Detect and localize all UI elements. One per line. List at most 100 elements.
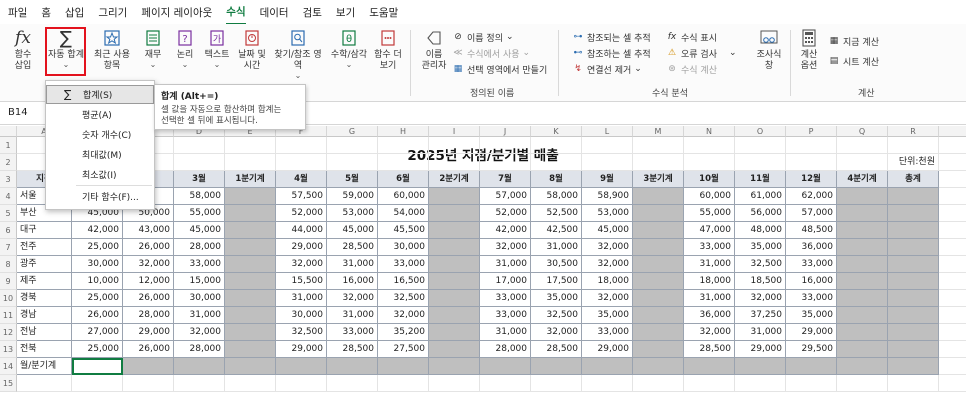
table-cell[interactable]: 54,000 [378,205,429,222]
subtotal-cell[interactable] [429,205,480,222]
table-cell[interactable]: 33,000 [174,256,225,273]
table-cell[interactable]: 10,000 [72,273,123,290]
row-header[interactable]: 9 [0,273,17,290]
column-header[interactable]: I [429,126,480,137]
table-cell[interactable]: 35,000 [786,307,837,324]
table-cell[interactable]: 15,000 [174,273,225,290]
cell[interactable] [837,137,888,154]
table-cell[interactable]: 62,000 [786,188,837,205]
column-header[interactable]: R [888,126,939,137]
column-header[interactable]: O [735,126,786,137]
logical-button[interactable]: ? 논리 ⌄ [172,28,198,69]
table-cell[interactable]: 33,000 [327,324,378,341]
menu-item-average[interactable]: 평균(A) [46,105,154,124]
tab-review[interactable]: 검토 [303,1,322,24]
table-cell[interactable]: 33,000 [786,256,837,273]
subtotal-cell[interactable] [429,290,480,307]
table-cell[interactable]: 32,000 [276,256,327,273]
cell[interactable] [837,375,888,392]
table-header-cell[interactable]: 10월 [684,171,735,188]
table-cell[interactable]: 33,000 [378,256,429,273]
table-cell[interactable]: 27,500 [378,341,429,358]
table-cell[interactable]: 59,000 [327,188,378,205]
subtotal-cell[interactable] [837,307,888,324]
table-cell[interactable]: 32,000 [684,324,735,341]
cell[interactable] [735,154,786,171]
table-cell[interactable]: 16,000 [786,273,837,290]
table-cell[interactable]: 53,000 [327,205,378,222]
selected-cell-b14[interactable] [72,358,123,375]
table-header-cell[interactable]: 12월 [786,171,837,188]
total-cell[interactable] [531,358,582,375]
table-header-cell[interactable]: 3분기계 [633,171,684,188]
table-cell[interactable]: 25,000 [72,239,123,256]
subtotal-cell[interactable] [888,239,939,256]
cell[interactable] [123,375,174,392]
table-cell[interactable]: 35,000 [735,239,786,256]
subtotal-cell[interactable] [633,324,684,341]
table-cell[interactable]: 30,000 [378,239,429,256]
table-cell[interactable]: 32,000 [582,290,633,307]
cell[interactable] [429,375,480,392]
table-cell[interactable]: 15,500 [276,273,327,290]
table-cell[interactable]: 33,000 [480,290,531,307]
table-cell[interactable]: 28,000 [480,341,531,358]
table-cell[interactable]: 26,000 [123,239,174,256]
tab-formulas[interactable]: 수식 [226,0,246,25]
table-cell[interactable]: 26,000 [72,307,123,324]
table-cell[interactable]: 29,500 [786,341,837,358]
table-cell[interactable]: 28,000 [123,307,174,324]
total-row-label[interactable]: 월/분기계 [17,358,72,375]
table-cell[interactable]: 32,000 [735,290,786,307]
column-header[interactable]: H [378,126,429,137]
table-cell[interactable]: 45,000 [174,222,225,239]
table-cell[interactable]: 31,000 [684,290,735,307]
cell[interactable] [582,375,633,392]
tab-data[interactable]: 데이터 [260,1,289,24]
cell[interactable] [939,188,966,205]
table-cell[interactable]: 36,000 [684,307,735,324]
table-cell[interactable]: 31,000 [276,290,327,307]
table-cell[interactable]: 17,500 [531,273,582,290]
define-name-button[interactable]: ⊘ 이름 정의 ⌄ [452,30,513,44]
table-cell[interactable]: 32,000 [582,256,633,273]
cell[interactable] [684,375,735,392]
table-cell[interactable]: 31,000 [531,239,582,256]
subtotal-cell[interactable] [633,256,684,273]
table-cell[interactable]: 60,000 [684,188,735,205]
total-cell[interactable] [735,358,786,375]
menu-item-min[interactable]: 최소값(I) [46,165,154,184]
table-cell[interactable]: 33,000 [786,290,837,307]
table-cell[interactable]: 31,000 [327,256,378,273]
table-cell[interactable]: 57,000 [480,188,531,205]
subtotal-cell[interactable] [633,273,684,290]
remove-arrows-button[interactable]: ↯ 연결선 제거 ⌄ [572,62,642,76]
subtotal-cell[interactable] [225,239,276,256]
table-cell[interactable]: 60,000 [378,188,429,205]
cell[interactable] [939,273,966,290]
cell[interactable] [735,137,786,154]
row-header[interactable]: 6 [0,222,17,239]
evaluate-formula-button[interactable]: ⊛ 수식 계산 [666,62,717,76]
cell[interactable] [327,137,378,154]
table-header-cell[interactable]: 4분기계 [837,171,888,188]
cell[interactable] [939,137,966,154]
cell[interactable] [939,358,966,375]
cell[interactable] [378,154,429,171]
tab-draw[interactable]: 그리기 [98,1,127,24]
subtotal-cell[interactable] [837,324,888,341]
cell[interactable] [17,375,72,392]
table-cell[interactable]: 30,000 [276,307,327,324]
table-cell[interactable]: 32,000 [174,324,225,341]
subtotal-cell[interactable] [429,324,480,341]
table-cell[interactable]: 42,500 [531,222,582,239]
table-header-cell[interactable]: 9월 [582,171,633,188]
table-cell[interactable]: 32,500 [276,324,327,341]
table-cell[interactable]: 31,000 [480,256,531,273]
total-cell[interactable] [378,358,429,375]
unit-label[interactable]: 단위:천원 [888,154,939,171]
tab-page-layout[interactable]: 페이지 레이아웃 [141,1,212,24]
total-cell[interactable] [684,358,735,375]
table-cell[interactable]: 28,500 [684,341,735,358]
column-header[interactable]: N [684,126,735,137]
